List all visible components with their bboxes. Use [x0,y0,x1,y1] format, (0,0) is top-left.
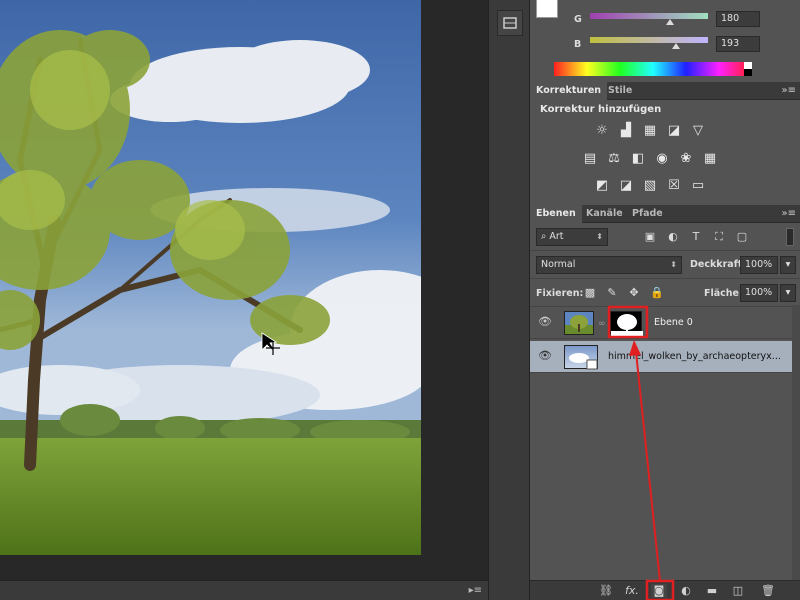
tab-pfade[interactable]: Pfade [626,205,669,223]
layer-row-ebene-0[interactable]: 👁 ∞ Ebene 0 [530,307,792,339]
lock-image-icon[interactable]: ✎ [606,287,618,299]
dock-3d-icon[interactable] [497,10,523,36]
photoshop-window: ▸≡ G 180 B 193 Korrekturen Stile »≡ Korr… [0,0,800,600]
slider-label-g: G [574,14,582,25]
document-statusbar: ▸≡ [0,580,488,600]
delete-layer-trash-icon[interactable]: 🗑 [760,584,776,598]
add-layer-mask-icon[interactable]: ◙ [651,584,667,598]
opacity-label: Deckkraft: [690,259,747,270]
layer-thumbnail[interactable] [564,311,594,335]
chevron-down-icon: ▾ [785,287,791,298]
visibility-eye-icon[interactable]: 👁 [538,316,552,327]
color-spectrum-bar[interactable] [554,62,752,76]
lock-row: Fixieren: ▩ ✎ ✥ 🔒 Fläche: 100% ▾ [530,279,800,307]
fill-input[interactable]: 100% [740,284,778,302]
filter-smartobject-icon[interactable]: ▢ [736,231,748,243]
adjustments-title: Korrektur hinzufügen [540,104,662,115]
tab-stile[interactable]: Stile [602,82,638,100]
layers-tabbar: Ebenen Kanäle Pfade »≡ [530,205,800,223]
filter-dropdown-icon: ⬍ [596,232,603,241]
tab-korrekturen[interactable]: Korrekturen [530,82,608,100]
layer-filter-row: ⌕ Art ⬍ ▣ ◐ T ⛶ ▢ [530,223,800,251]
adjustments-tabbar: Korrekturen Stile »≡ [530,82,800,100]
invert-icon[interactable]: ◩ [594,179,610,193]
black-white-icon[interactable]: ◧ [630,152,646,166]
layer-name[interactable]: Ebene 0 [654,317,693,328]
layer-filter-value: Art [549,231,564,242]
slider-thumb-g[interactable] [666,19,675,25]
adjustments-panel-menu-icon[interactable]: »≡ [782,85,797,96]
opacity-input[interactable]: 100% [740,256,778,274]
posterize-icon[interactable]: ◪ [618,179,634,193]
exposure-icon[interactable]: ◪ [666,124,682,138]
gradient-map-icon[interactable]: ▭ [690,179,706,193]
lock-label: Fixieren: [536,288,584,299]
threshold-icon[interactable]: ▧ [642,179,658,193]
adjustments-panel: Korrekturen Stile »≡ Korrektur hinzufüge… [530,82,800,204]
layer-style-fx-button[interactable]: fx. [624,584,640,598]
blend-mode-select[interactable]: Normal ⬍ [536,256,682,274]
canvas-image[interactable] [0,0,421,555]
layers-panel: Ebenen Kanäle Pfade »≡ ⌕ Art ⬍ ▣ ◐ T ⛶ ▢ [530,205,800,600]
blend-mode-value: Normal [541,259,576,270]
vibrance-icon[interactable]: ▽ [690,124,706,138]
slider-track-b[interactable] [590,37,708,43]
new-layer-icon[interactable]: ◫ [730,584,746,598]
channel-mixer-icon[interactable]: ❀ [678,152,694,166]
new-group-folder-icon[interactable]: ▬ [704,584,720,598]
panel-dock [488,0,530,600]
mask-link-icon[interactable]: ∞ [598,319,606,329]
lock-all-icon[interactable]: 🔒 [650,287,664,299]
blend-mode-row: Normal ⬍ Deckkraft: 100% ▾ [530,251,800,279]
foreground-color-swatch[interactable] [536,0,558,18]
layers-panel-menu-icon[interactable]: »≡ [782,208,797,219]
tab-ebenen[interactable]: Ebenen [530,205,582,223]
hue-saturation-icon[interactable]: ▤ [582,152,598,166]
lock-position-icon[interactable]: ✥ [628,287,640,299]
layer-mask-thumbnail[interactable] [610,311,643,336]
brightness-contrast-icon[interactable]: ☼ [594,124,610,138]
curves-icon[interactable]: ▦ [642,124,658,138]
color-lookup-icon[interactable]: ▦ [702,152,718,166]
slider-thumb-b[interactable] [672,43,681,49]
filter-toggle-switch[interactable] [786,228,794,246]
opacity-value: 100% [745,259,773,270]
document-canvas-area[interactable]: ▸≡ [0,0,488,600]
link-layers-icon[interactable]: ⛓ [598,584,614,598]
filter-adjustment-icon[interactable]: ◐ [667,231,679,243]
layer-filter-select[interactable]: ⌕ Art ⬍ [536,228,608,246]
filter-pixel-icon[interactable]: ▣ [644,231,656,243]
selective-color-icon[interactable]: ☒ [666,179,682,193]
fill-label: Fläche: [704,288,743,299]
layer-thumbnail[interactable] [564,345,598,370]
layers-footer: ⛓ fx. ◙ ◐ ▬ ◫ 🗑 [530,580,800,600]
layers-scrollbar[interactable] [792,305,800,580]
slider-value-g[interactable]: 180 [716,11,760,27]
fill-dropdown-button[interactable]: ▾ [780,284,796,302]
filter-shape-icon[interactable]: ⛶ [713,231,725,243]
levels-icon[interactable]: ▟ [618,124,634,138]
new-adjustment-layer-icon[interactable]: ◐ [678,584,694,598]
opacity-dropdown-button[interactable]: ▾ [780,256,796,274]
tab-kanaele[interactable]: Kanäle [580,205,629,223]
statusbar-menu-icon[interactable]: ▸≡ [469,585,482,596]
photo-filter-icon[interactable]: ◉ [654,152,670,166]
slider-value-b[interactable]: 193 [716,36,760,52]
visibility-eye-icon[interactable]: 👁 [538,350,552,361]
color-spectrum-bw[interactable] [744,62,752,76]
layer-row-himmel[interactable]: 👁 himmel_wolken_by_archaeopteryx... [530,341,792,373]
chevron-down-icon: ▾ [785,259,791,270]
panels-column: G 180 B 193 Korrekturen Stile »≡ Korrekt… [530,0,800,600]
slider-track-g[interactable] [590,13,708,19]
slider-label-b: B [574,39,582,50]
blend-dropdown-icon: ⬍ [670,260,677,269]
lock-transparent-icon[interactable]: ▩ [584,287,596,299]
color-panel: G 180 B 193 [530,0,800,80]
filter-text-icon[interactable]: T [690,231,702,243]
layer-name[interactable]: himmel_wolken_by_archaeopteryx... [608,351,781,362]
color-balance-icon[interactable]: ⚖ [606,152,622,166]
fill-value: 100% [745,287,773,298]
